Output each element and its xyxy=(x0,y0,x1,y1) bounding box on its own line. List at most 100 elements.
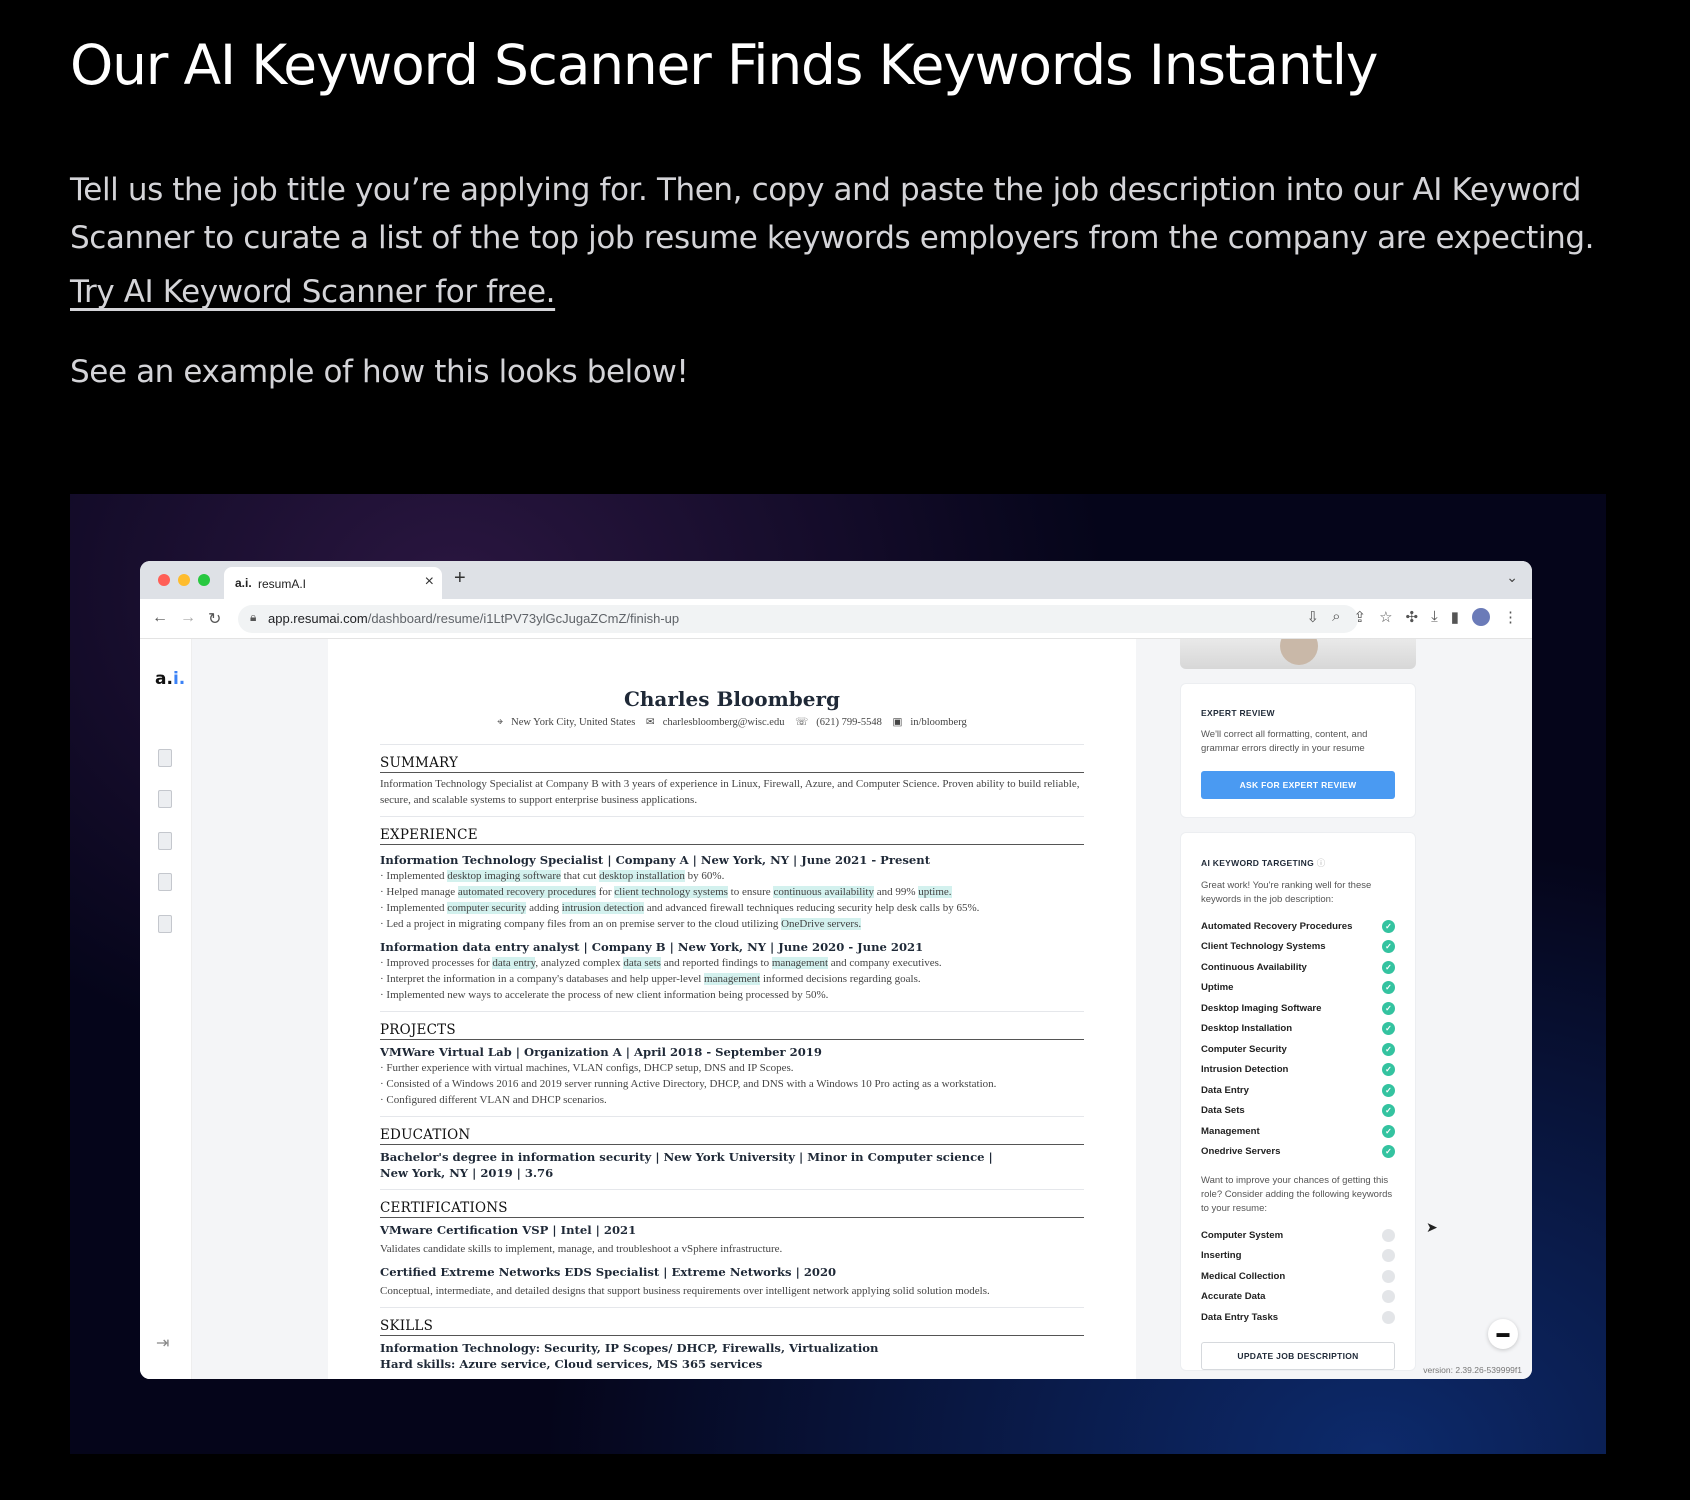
keyword-label: Data Sets xyxy=(1201,1105,1245,1117)
empty-circle-icon xyxy=(1382,1269,1395,1283)
missing-keyword-item: Data Entry Tasks xyxy=(1201,1307,1395,1328)
location-icon: ⌖ xyxy=(497,717,504,728)
address-bar[interactable]: 🔒︎ app.resumai.com/dashboard/resume/i1Lt… xyxy=(238,605,1358,633)
certifications-section[interactable]: CERTIFICATIONS VMware Certification VSP … xyxy=(380,1200,1084,1308)
profile-avatar[interactable] xyxy=(1472,608,1490,626)
address-url: app.resumai.com/dashboard/resume/i1LtPV7… xyxy=(268,611,680,626)
tab-close-icon[interactable]: × xyxy=(425,573,434,591)
projects-section[interactable]: PROJECTS VMWare Virtual Lab | Organizati… xyxy=(380,1022,1084,1117)
job-bullet: Led a project in migrating company files… xyxy=(380,916,1084,932)
browser-window: a.i. resumA.I × + ⌄ ← → ↻ 🔒︎ app.resumai… xyxy=(140,561,1532,1379)
phone-icon: ☏ xyxy=(795,717,809,728)
tab-title: resumA.I xyxy=(258,577,307,591)
resumai-logo[interactable]: a.i. xyxy=(155,669,185,689)
ask-expert-review-button[interactable]: ASK FOR EXPERT REVIEW xyxy=(1201,771,1395,799)
keyword-label: Onedrive Servers xyxy=(1201,1146,1281,1158)
info-icon[interactable]: ⓘ xyxy=(1317,858,1326,868)
education-entry: Bachelor's degree in information securit… xyxy=(380,1149,1084,1181)
missing-keyword-item: Accurate Data xyxy=(1201,1287,1395,1308)
browser-menu-icon[interactable]: ⋮ xyxy=(1503,608,1518,626)
sidebar-document-icon[interactable] xyxy=(158,749,172,767)
project-bullet: Configured different VLAN and DHCP scena… xyxy=(380,1092,1084,1108)
profile-photo xyxy=(1180,639,1416,669)
close-window-dot[interactable] xyxy=(158,574,170,586)
check-circle-icon: ✓ xyxy=(1382,919,1395,933)
resume-name: Charles Bloomberg xyxy=(623,687,841,711)
projects-heading: PROJECTS xyxy=(380,1022,1084,1040)
experience-section[interactable]: EXPERIENCE Information Technology Specia… xyxy=(380,827,1084,1012)
skills-section[interactable]: SKILLS Information Technology: Security,… xyxy=(380,1318,1084,1372)
sidebar-profile-icon[interactable] xyxy=(158,915,172,933)
skills-line: Hard skills: Azure service, Cloud servic… xyxy=(380,1357,763,1371)
extensions-puzzle-icon[interactable]: ✣ xyxy=(1406,608,1419,626)
window-controls xyxy=(158,574,210,586)
keyword-label: Uptime xyxy=(1201,982,1234,994)
new-tab-icon[interactable]: + xyxy=(454,567,466,590)
linkedin-icon: ▣ xyxy=(892,717,903,728)
resume-contact: ⌖ New York City, United States ✉ charlesbl… xyxy=(380,716,1084,745)
app-sidebar: a.i. ⇥ xyxy=(140,639,192,1379)
zoom-icon[interactable]: ⌕ xyxy=(1332,608,1340,626)
zoom-window-dot[interactable] xyxy=(198,574,210,586)
check-circle-icon: ✓ xyxy=(1382,1145,1395,1159)
certification-entry: Certified Extreme Networks EDS Specialis… xyxy=(380,1264,1084,1299)
check-circle-icon: ✓ xyxy=(1382,981,1395,995)
found-keyword-item: Desktop Installation ✓ xyxy=(1201,1019,1395,1040)
resume-app: a.i. ⇥ Charles Bloomberg ⌖ New York City,… xyxy=(140,639,1532,1379)
certification-entry: VMware Certification VSP | Intel | 2021 … xyxy=(380,1222,1084,1257)
found-keyword-item: Desktop Imaging Software ✓ xyxy=(1201,998,1395,1019)
certification-description: Conceptual, intermediate, and detailed d… xyxy=(380,1285,990,1297)
bookmark-star-icon[interactable]: ☆ xyxy=(1379,608,1392,626)
install-app-icon[interactable]: ⇩ xyxy=(1307,608,1320,626)
certification-description: Validates candidate skills to implement,… xyxy=(380,1243,783,1255)
keyword-highlight: desktop installation xyxy=(599,870,685,882)
sidebar-cover-letter-icon[interactable] xyxy=(158,873,172,891)
certification-title: VMware Certification VSP | Intel | 2021 xyxy=(380,1223,637,1237)
expert-review-heading: EXPERT REVIEW xyxy=(1201,708,1275,718)
keyword-label: Accurate Data xyxy=(1201,1291,1266,1303)
empty-circle-icon xyxy=(1382,1249,1395,1263)
email-icon: ✉ xyxy=(645,717,655,728)
version-label: version: 2.39.26-539999f1 xyxy=(1423,1365,1522,1375)
tab-search-chevron-icon[interactable]: ⌄ xyxy=(1506,569,1518,586)
missing-keyword-item: Computer System xyxy=(1201,1225,1395,1246)
resume-document: Charles Bloomberg ⌖ New York City, United… xyxy=(328,639,1136,1379)
update-job-description-button[interactable]: UPDATE JOB DESCRIPTION xyxy=(1201,1341,1395,1370)
share-icon[interactable]: ⇪ xyxy=(1353,608,1366,626)
found-keyword-item: Intrusion Detection ✓ xyxy=(1201,1060,1395,1081)
check-circle-icon: ✓ xyxy=(1382,1001,1395,1015)
keyword-label: Inserting xyxy=(1201,1250,1242,1262)
keyword-label: Continuous Availability xyxy=(1201,961,1307,973)
expert-review-card: EXPERT REVIEW We'll correct all formatti… xyxy=(1180,683,1416,818)
keyword-targeting-card: AI KEYWORD TARGETING ⓘ Great work! You'r… xyxy=(1180,832,1416,1371)
try-scanner-link[interactable]: Try AI Keyword Scanner for free. xyxy=(70,274,556,310)
sidebar-resume-icon[interactable] xyxy=(158,790,172,808)
certification-title: Certified Extreme Networks EDS Specialis… xyxy=(380,1265,837,1279)
browser-tab[interactable]: a.i. resumA.I × xyxy=(224,567,442,599)
downloads-icon[interactable]: ⤓ xyxy=(1431,608,1438,626)
browser-tab-bar: a.i. resumA.I × + ⌄ xyxy=(140,561,1532,599)
side-panel-icon[interactable]: ▮ xyxy=(1451,608,1459,626)
education-heading: EDUCATION xyxy=(380,1127,1084,1145)
sidebar-checklist-icon[interactable] xyxy=(158,832,172,850)
empty-circle-icon xyxy=(1382,1228,1395,1242)
found-keyword-item: Continuous Availability ✓ xyxy=(1201,957,1395,978)
expert-review-text: We'll correct all formatting, content, a… xyxy=(1201,729,1368,754)
chat-bubble-icon[interactable]: ▬ xyxy=(1488,1319,1518,1349)
skills-entry: Information Technology: Security, IP Sco… xyxy=(380,1340,1084,1372)
empty-circle-icon xyxy=(1382,1310,1395,1324)
intro-description: Tell us the job title you’re applying fo… xyxy=(70,172,1595,256)
keyword-highlight: continuous availability xyxy=(773,886,874,898)
keyword-label: Intrusion Detection xyxy=(1201,1064,1289,1076)
education-section[interactable]: EDUCATION Bachelor's degree in informati… xyxy=(380,1127,1084,1190)
reload-icon[interactable]: ↻ xyxy=(208,609,221,629)
keyword-highlight: client technology systems xyxy=(614,886,728,898)
keyword-label: Desktop Imaging Software xyxy=(1201,1002,1322,1014)
back-arrow-icon[interactable]: ← xyxy=(152,609,168,627)
tab-favicon: a.i. xyxy=(235,576,252,590)
forward-arrow-icon[interactable]: → xyxy=(180,609,196,627)
browser-extension-icons: ⇩ ⌕ ⇪ ☆ ✣ ⤓ ▮ ⋮ xyxy=(1307,608,1518,626)
logout-icon[interactable]: ⇥ xyxy=(156,1333,169,1353)
summary-section[interactable]: SUMMARY Information Technology Specialis… xyxy=(380,755,1084,817)
minimize-window-dot[interactable] xyxy=(178,574,190,586)
